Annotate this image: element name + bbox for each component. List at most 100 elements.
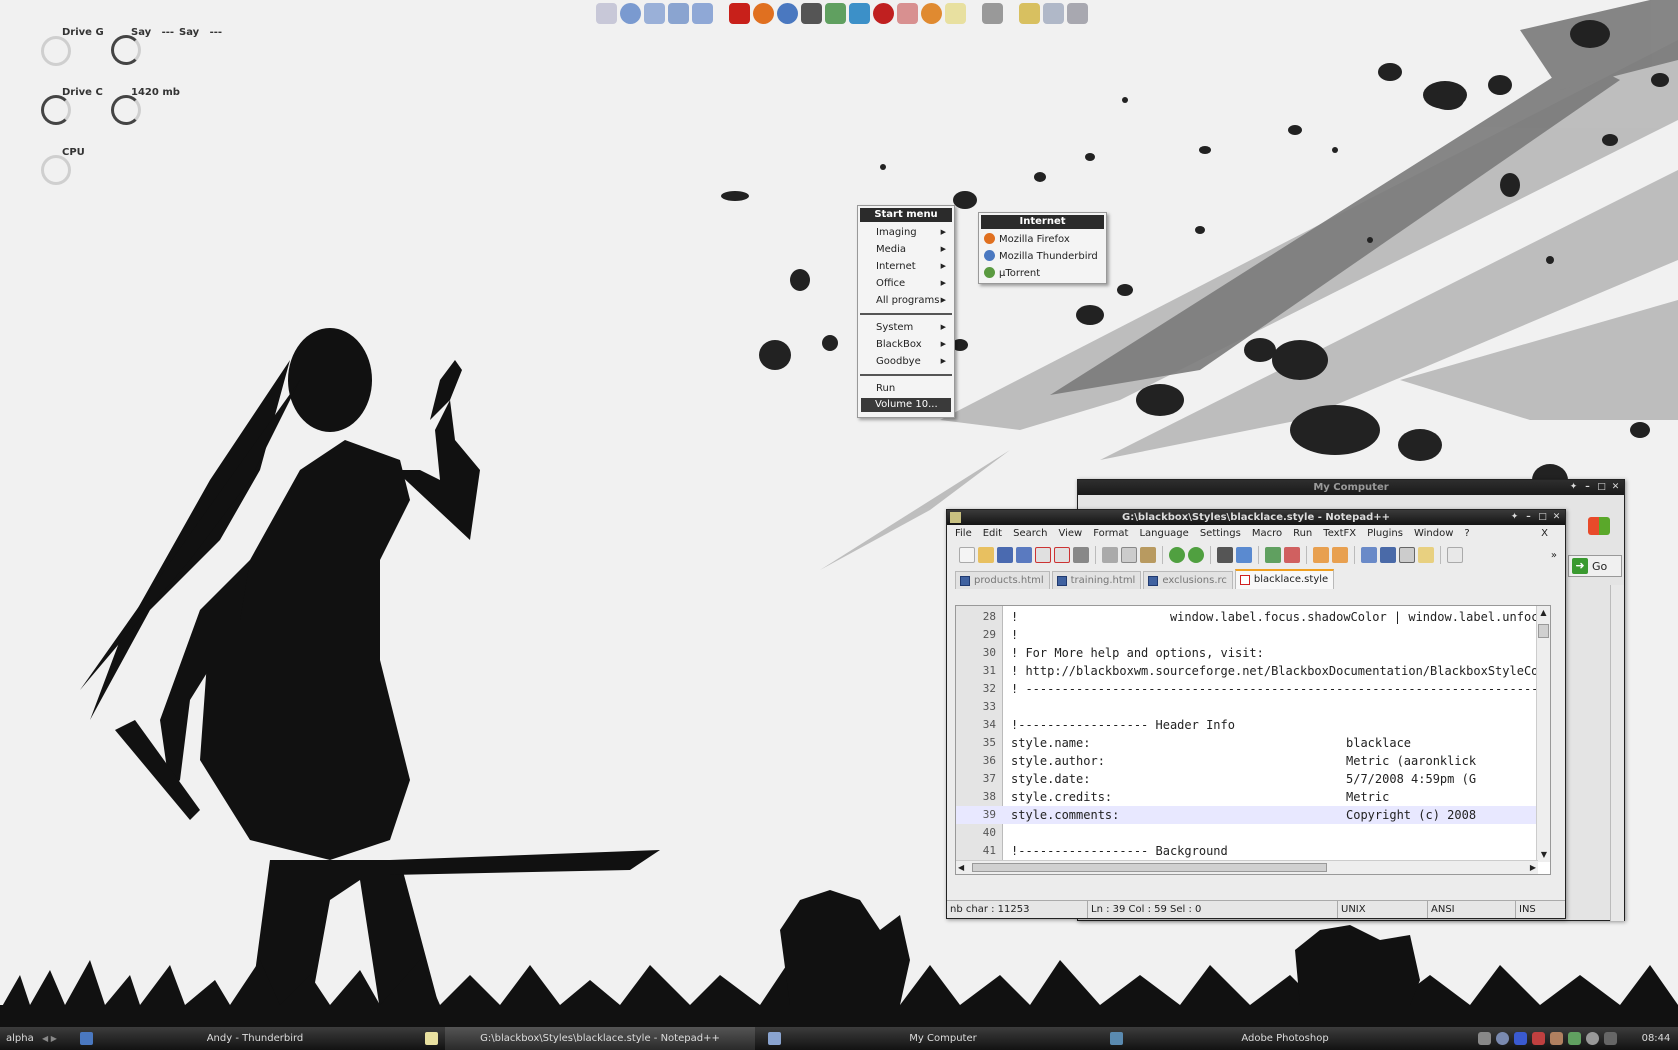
print-icon[interactable] [1073,547,1089,563]
code-line[interactable]: 29! [956,626,1538,644]
save-icon[interactable] [997,547,1013,563]
horizontal-scrollbar[interactable]: ◀ ▶ [956,860,1538,874]
code-line[interactable]: 40 [956,824,1538,842]
code-line[interactable]: 39 style.comments: Copyright (c) 2008 [956,806,1538,824]
task-notepad-plus-plus[interactable]: G:\blackbox\Styles\blacklace.style - Not… [445,1027,755,1050]
word-wrap-icon[interactable] [1361,547,1377,563]
scroll-thumb[interactable] [1538,624,1549,638]
undo-icon[interactable] [1169,547,1185,563]
minimize-button[interactable]: – [1523,512,1534,522]
tab-blacklace-style[interactable]: blacklace.style [1234,569,1335,589]
scroll-thumb[interactable] [972,863,1327,872]
alien-icon[interactable] [801,3,822,24]
pin-icon[interactable]: ✦ [1509,512,1520,522]
title-bar[interactable]: My Computer ✦ – □ ✕ [1078,480,1624,495]
menu-item-media[interactable]: Media ▶ [858,241,954,258]
user-lang-icon[interactable] [1418,547,1434,563]
folder-stack-icon[interactable] [692,3,713,24]
flash-icon[interactable] [873,3,894,24]
tab-exclusions-rc[interactable]: exclusions.rc [1143,571,1233,589]
menu-item-internet[interactable]: Internet ▶ [858,258,954,275]
menu-item-utorrent[interactable]: µTorrent [979,265,1106,282]
menu-item-system[interactable]: System ▶ [858,319,954,336]
paste-icon[interactable] [1140,547,1156,563]
code-line[interactable]: 37 style.date: 5/7/2008 4:59pm (G [956,770,1538,788]
scroll-up-icon[interactable]: ▲ [1537,606,1550,620]
tab-products-html[interactable]: products.html [955,571,1050,589]
pin-icon[interactable]: ✦ [1568,482,1579,492]
menu-language[interactable]: Language [1139,525,1188,543]
vertical-scrollbar[interactable] [1610,585,1624,921]
menu-item-run[interactable]: Run [858,380,954,397]
scroll-left-icon[interactable]: ◀ [958,861,964,874]
folder-icon[interactable] [644,3,665,24]
minimize-button[interactable]: – [1582,482,1593,492]
menu-file[interactable]: File [955,525,972,543]
code-line[interactable]: 34 !------------------ Header Info [956,716,1538,734]
maximize-button[interactable]: □ [1537,512,1548,522]
task-my-computer[interactable]: My Computer [788,1027,1098,1050]
code-line[interactable]: 41 !------------------ Background [956,842,1538,860]
sync-icon[interactable] [1604,1032,1617,1045]
code-line[interactable]: 36 style.author: Metric (aaronklick [956,752,1538,770]
globe-icon[interactable] [620,3,641,24]
keyboard-icon[interactable] [1067,3,1088,24]
menu-search[interactable]: Search [1013,525,1047,543]
tab-training-html[interactable]: training.html [1051,571,1142,589]
menu-window[interactable]: Window [1414,525,1453,543]
find-icon[interactable] [1217,547,1233,563]
copy-icon[interactable] [1121,547,1137,563]
menu-plugins[interactable]: Plugins [1367,525,1403,543]
close-button[interactable]: ✕ [1551,512,1562,522]
close-document-button[interactable]: X [1541,525,1548,543]
menu-settings[interactable]: Settings [1200,525,1241,543]
replace-icon[interactable] [1236,547,1252,563]
indent-guide-icon[interactable] [1399,547,1415,563]
close-button[interactable]: ✕ [1610,482,1621,492]
alert-icon[interactable] [1532,1032,1545,1045]
go-button[interactable]: ➜ Go [1568,555,1622,577]
workspace-label[interactable]: alpha [6,1027,36,1050]
menu-textfx[interactable]: TextFX [1323,525,1356,543]
cut-icon[interactable] [1102,547,1118,563]
sync-horizontal-icon[interactable] [1332,547,1348,563]
close-file-icon[interactable] [1035,547,1051,563]
zoom-in-icon[interactable] [1265,547,1281,563]
show-all-chars-icon[interactable] [1380,547,1396,563]
menu-item-office[interactable]: Office ▶ [858,275,954,292]
maximize-button[interactable]: □ [1596,482,1607,492]
toolbar-overflow-icon[interactable]: » [1551,550,1557,561]
shield-icon[interactable] [1478,1032,1491,1045]
device-icon[interactable] [1043,3,1064,24]
tools-icon[interactable] [982,3,1003,24]
media-player-icon[interactable] [921,3,942,24]
volume-icon[interactable] [1586,1032,1599,1045]
firefox-icon[interactable] [753,3,774,24]
task-thunderbird[interactable]: Andy - Thunderbird [100,1027,410,1050]
open-file-icon[interactable] [978,547,994,563]
code-line[interactable]: 38 style.credits: Metric [956,788,1538,806]
folder-open-icon[interactable] [668,3,689,24]
menu-run[interactable]: Run [1293,525,1312,543]
feather-icon[interactable] [849,3,870,24]
thunderbird-icon[interactable] [777,3,798,24]
code-line[interactable]: 30 ! For More help and options, visit: [956,644,1538,662]
menu-item-blackbox[interactable]: BlackBox ▶ [858,336,954,353]
notepad-icon[interactable] [945,3,966,24]
monitor-icon[interactable] [596,3,617,24]
menu-item-goodbye[interactable]: Goodbye ▶ [858,353,954,370]
code-line[interactable]: 31 ! http://blackboxwm.sourceforge.net/Bl… [956,662,1538,680]
sync-vertical-icon[interactable] [1313,547,1329,563]
record-macro-icon[interactable] [1447,547,1463,563]
title-bar[interactable]: G:\blackbox\Styles\blacklace.style - Not… [947,510,1565,525]
workspace-arrows-icon[interactable]: ◀ ▶ [42,1027,57,1050]
network-icon[interactable] [1496,1032,1509,1045]
menu-format[interactable]: Format [1093,525,1128,543]
filezilla-icon[interactable] [729,3,750,24]
menu-item-firefox[interactable]: Mozilla Firefox [979,231,1106,248]
pen-icon[interactable] [1550,1032,1563,1045]
menu-macro[interactable]: Macro [1252,525,1282,543]
messenger-icon[interactable] [825,3,846,24]
hand-icon[interactable] [897,3,918,24]
menu-edit[interactable]: Edit [983,525,1002,543]
